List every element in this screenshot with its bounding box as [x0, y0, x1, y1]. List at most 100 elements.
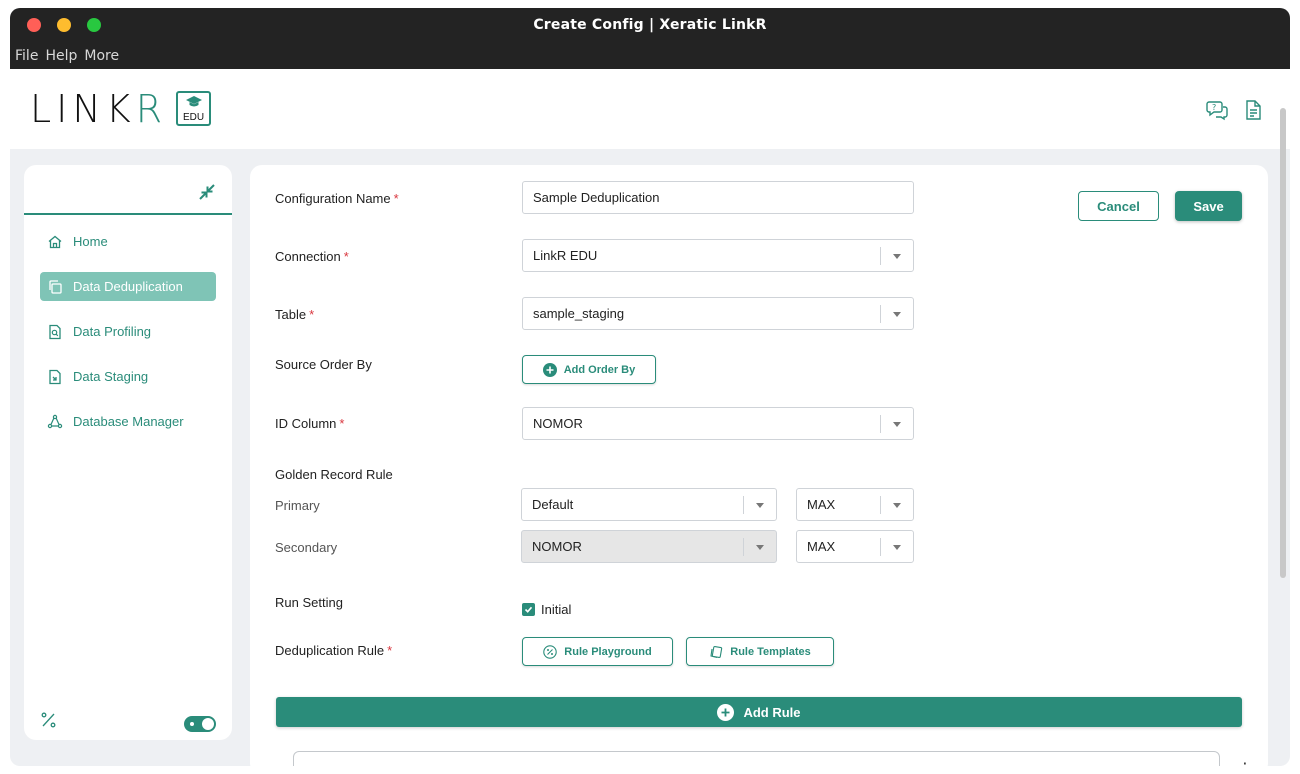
connection-label: Connection * — [275, 249, 349, 264]
check-icon — [524, 606, 533, 613]
config-name-input[interactable]: Sample Deduplication — [522, 181, 914, 214]
percent-icon[interactable] — [40, 711, 58, 733]
edu-label: EDU — [182, 112, 205, 123]
logo: LINKR — [30, 87, 167, 131]
sidebar-item-data-profiling[interactable]: Data Profiling — [40, 317, 216, 346]
toggle-knob — [202, 718, 214, 730]
add-rule-button[interactable]: Add Rule — [276, 697, 1242, 727]
initial-checkbox-row[interactable]: Initial — [522, 602, 571, 617]
app-header: LINKR EDU ? — [10, 69, 1290, 149]
plus-circle-icon — [542, 362, 557, 377]
app-window: Create Config | Xeratic LinkR File Help … — [10, 8, 1290, 766]
config-name-label-text: Configuration Name — [275, 191, 391, 206]
secondary-label: Secondary — [275, 540, 338, 555]
sidebar-item-home[interactable]: Home — [40, 227, 216, 256]
chevron-down-icon — [893, 545, 901, 550]
menu-more[interactable]: More — [84, 48, 119, 64]
sidebar-nav: Home Data Deduplication Data Profiling D… — [24, 215, 232, 436]
select-separator — [880, 305, 881, 323]
templates-icon — [710, 645, 723, 658]
theme-toggle[interactable] — [184, 716, 216, 732]
config-name-label: Configuration Name * — [275, 191, 399, 206]
sidebar-item-database-manager[interactable]: Database Manager — [40, 407, 216, 436]
rule-playground-button[interactable]: Rule Playground — [522, 637, 673, 666]
more-options-icon[interactable]: ⋮ — [1237, 759, 1253, 766]
chevron-down-icon — [893, 312, 901, 317]
primary-select[interactable]: Default — [521, 488, 777, 521]
connection-value: LinkR EDU — [533, 248, 598, 263]
secondary-agg-value: MAX — [807, 539, 836, 554]
table-label: Table * — [275, 307, 314, 322]
run-setting-label: Run Setting — [275, 595, 343, 610]
chevron-down-icon — [893, 254, 901, 259]
title-bar: Create Config | Xeratic LinkR File Help … — [10, 8, 1290, 69]
primary-value: Default — [532, 497, 574, 512]
table-value: sample_staging — [533, 306, 625, 321]
rule-card — [293, 751, 1220, 766]
window-title: Create Config | Xeratic LinkR — [533, 17, 767, 33]
primary-agg-select[interactable]: MAX — [796, 488, 914, 521]
add-order-by-button[interactable]: Add Order By — [522, 355, 656, 384]
help-chat-icon[interactable]: ? — [1206, 99, 1228, 121]
network-icon — [47, 414, 63, 428]
id-column-select[interactable]: NOMOR — [522, 407, 914, 440]
graduation-cap-icon — [186, 96, 202, 107]
sidebar-item-label: Data Staging — [73, 369, 149, 384]
connection-label-text: Connection — [275, 249, 341, 264]
select-separator — [743, 496, 744, 514]
collapse-arrows-icon[interactable] — [198, 183, 216, 201]
plus-circle-icon — [717, 703, 735, 721]
required-mark: * — [343, 249, 349, 264]
file-search-icon — [49, 324, 61, 339]
secondary-agg-select[interactable]: MAX — [796, 530, 914, 563]
rule-templates-button[interactable]: Rule Templates — [686, 637, 834, 666]
percent-circle-icon — [543, 644, 558, 659]
id-column-label-text: ID Column — [275, 416, 337, 431]
chevron-down-icon — [893, 422, 901, 427]
select-separator — [880, 247, 881, 265]
dedup-rule-label-text: Deduplication Rule — [275, 643, 385, 658]
connection-select[interactable]: LinkR EDU — [522, 239, 914, 272]
sidebar-item-data-deduplication[interactable]: Data Deduplication — [40, 272, 216, 301]
document-icon[interactable] — [1242, 99, 1264, 121]
required-mark: * — [387, 643, 393, 658]
cancel-button[interactable]: Cancel — [1078, 191, 1159, 221]
dedup-rule-label: Deduplication Rule * — [275, 643, 392, 658]
menu-help[interactable]: Help — [45, 48, 77, 64]
primary-label: Primary — [275, 498, 320, 513]
table-label-text: Table — [275, 307, 307, 322]
copy-icon — [49, 279, 62, 294]
required-mark: * — [393, 191, 399, 206]
sidebar-item-label: Data Deduplication — [73, 279, 183, 294]
edu-badge: EDU — [176, 91, 211, 126]
rule-templates-label: Rule Templates — [730, 645, 811, 658]
sidebar-header — [24, 165, 232, 215]
page-scrollbar[interactable] — [1280, 108, 1286, 578]
percent-glyph — [41, 712, 56, 728]
logo-r: R — [135, 87, 168, 131]
rule-playground-label: Rule Playground — [564, 645, 652, 658]
menu-file[interactable]: File — [15, 48, 38, 64]
menu-bar: File Help More — [15, 48, 119, 64]
required-mark: * — [339, 416, 345, 431]
golden-record-label: Golden Record Rule — [275, 467, 393, 482]
primary-agg-value: MAX — [807, 497, 836, 512]
select-separator — [880, 538, 881, 556]
source-order-label: Source Order By — [275, 357, 372, 372]
file-import-icon — [49, 369, 61, 384]
initial-checkbox-label: Initial — [541, 602, 572, 617]
initial-checkbox[interactable] — [522, 603, 535, 616]
chevron-down-icon — [893, 503, 901, 508]
add-order-by-label: Add Order By — [563, 363, 636, 376]
table-select[interactable]: sample_staging — [522, 297, 914, 330]
sidebar: Home Data Deduplication Data Profiling D… — [24, 165, 232, 740]
sidebar-item-data-staging[interactable]: Data Staging — [40, 362, 216, 391]
chevron-down-icon — [756, 503, 764, 508]
id-column-value: NOMOR — [533, 416, 583, 431]
id-column-label: ID Column * — [275, 416, 344, 431]
sidebar-item-label: Database Manager — [73, 414, 184, 429]
select-separator — [743, 538, 744, 556]
chevron-down-icon — [756, 545, 764, 550]
config-form-panel: Configuration Name * Sample Deduplication… — [250, 165, 1268, 766]
save-button[interactable]: Save — [1175, 191, 1242, 221]
